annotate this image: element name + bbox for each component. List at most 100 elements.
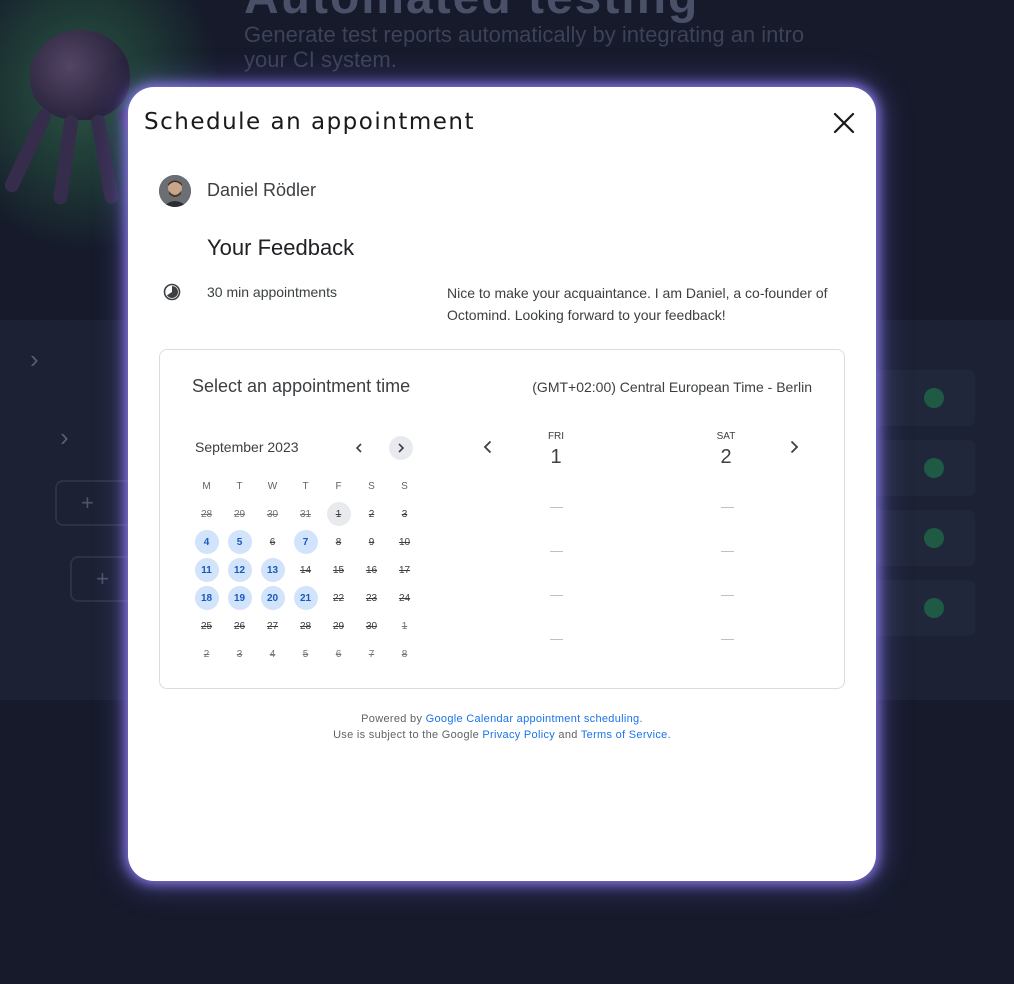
powered-by-line: Powered by Google Calendar appointment s… (128, 711, 876, 727)
day-number: 28 (200, 508, 213, 520)
calendar-day: 28 (190, 500, 223, 528)
timezone-selector[interactable]: (GMT+02:00) Central European Time - Berl… (532, 379, 812, 395)
chevron-right-icon (398, 443, 405, 453)
calendar-day: 14 (289, 556, 322, 584)
empty-slot-placeholder (721, 639, 734, 640)
weekday-label: T (236, 480, 243, 492)
calendar-day-available[interactable]: 18 (190, 584, 223, 612)
background-card (860, 440, 975, 496)
calendar-day-available[interactable]: 4 (190, 528, 223, 556)
calendar-day: 30 (256, 500, 289, 528)
terms-text: and (555, 729, 581, 741)
day-number: 25 (200, 620, 213, 632)
calendar-day-available[interactable]: 11 (190, 556, 223, 584)
event-title: Your Feedback (207, 235, 355, 260)
powered-by-text: Powered by (361, 713, 426, 725)
day-number: 31 (299, 508, 312, 520)
calendar-day: 7 (355, 640, 388, 668)
calendar-day-available[interactable]: 7 (289, 528, 322, 556)
day-number: 5 (302, 648, 309, 660)
background-row: › (30, 344, 39, 374)
calendar-day: 5 (289, 640, 322, 668)
calendar-day: 17 (388, 556, 421, 584)
day-number: 11 (194, 558, 219, 582)
background-card (860, 580, 975, 636)
day-number: 14 (299, 564, 312, 576)
privacy-policy-link[interactable]: Privacy Policy (482, 729, 555, 741)
calendar-week: 4 5 6 7 8 9 10 (190, 528, 422, 556)
empty-slot-placeholder (721, 551, 734, 552)
day-of-week: SAT (716, 431, 736, 442)
duration-text: 30 min appointments (207, 284, 337, 300)
calendar-week: 18 19 20 21 22 23 24 (190, 584, 422, 612)
weekday-label: F (335, 480, 342, 492)
calendar-day: 9 (355, 528, 388, 556)
previous-month-button[interactable] (347, 436, 371, 460)
terms-text: Use is subject to the Google (333, 729, 483, 741)
calendar-day: 28 (289, 612, 322, 640)
calendar-day: 3 (223, 640, 256, 668)
calendar-day: 6 (256, 528, 289, 556)
punctuation: . (667, 729, 671, 741)
terms-line: Use is subject to the Google Privacy Pol… (128, 727, 876, 743)
calendar-day: 23 (355, 584, 388, 612)
empty-slot-placeholder (721, 595, 734, 596)
weekday-label: M (202, 480, 211, 492)
background-card (860, 510, 975, 566)
day-number: 12 (227, 558, 252, 582)
empty-slot-placeholder (550, 507, 563, 508)
calendar-week: 2 3 4 5 6 7 8 (190, 640, 422, 668)
calendar-day: 3 (388, 500, 421, 528)
calendar-day: 22 (322, 584, 355, 612)
booking-panel: Select an appointment time (GMT+02:00) C… (159, 349, 845, 689)
calendar-day: 1 (388, 612, 421, 640)
calendar-day-available[interactable]: 13 (256, 556, 289, 584)
calendar-day: 4 (256, 640, 289, 668)
next-days-button[interactable] (782, 435, 806, 459)
calendar-day: 26 (223, 612, 256, 640)
google-calendar-link[interactable]: Google Calendar appointment scheduling (426, 713, 640, 725)
avatar (159, 175, 191, 207)
calendar-day: 6 (322, 640, 355, 668)
day-number: 27 (266, 620, 279, 632)
day-number: 1 (550, 446, 562, 468)
footer: Powered by Google Calendar appointment s… (128, 711, 876, 743)
calendar-day: 27 (256, 612, 289, 640)
previous-days-button[interactable] (476, 435, 500, 459)
day-number: 5 (227, 530, 252, 554)
event-description: Nice to make your acquaintance. I am Dan… (447, 285, 828, 323)
day-number: 13 (260, 558, 285, 582)
calendar-day-available[interactable]: 21 (289, 584, 322, 612)
calendar-day: 10 (388, 528, 421, 556)
calendar-day: 30 (355, 612, 388, 640)
calendar-week: 25 26 27 28 29 30 1 (190, 612, 422, 640)
day-number: 1 (326, 502, 351, 526)
day-number: 19 (227, 586, 252, 610)
day-number: 2 (720, 446, 732, 468)
day-number: 1 (401, 620, 408, 632)
close-button[interactable] (831, 110, 857, 136)
empty-slot-placeholder (550, 639, 563, 640)
day-number: 2 (203, 648, 210, 660)
day-column-fri: FRI 1 (526, 431, 586, 469)
calendar-day-available[interactable]: 20 (256, 584, 289, 612)
background-card (860, 370, 975, 426)
empty-slot-placeholder (550, 551, 563, 552)
terms-of-service-link[interactable]: Terms of Service (581, 729, 668, 741)
calendar-day-available[interactable]: 12 (223, 556, 256, 584)
day-number: 3 (236, 648, 243, 660)
day-number: 17 (398, 564, 411, 576)
calendar-day: 2 (355, 500, 388, 528)
day-number: 8 (401, 648, 408, 660)
calendar-day-available[interactable]: 5 (223, 528, 256, 556)
day-number: 16 (365, 564, 378, 576)
weekday-label: W (267, 480, 278, 492)
next-month-button[interactable] (389, 436, 413, 460)
calendar-day-available[interactable]: 19 (223, 584, 256, 612)
weekday-label: S (401, 480, 408, 492)
day-number: 23 (365, 592, 378, 604)
day-number: 20 (260, 586, 285, 610)
day-number: 9 (368, 536, 375, 548)
day-number: 3 (401, 508, 408, 520)
day-number: 7 (293, 530, 318, 554)
